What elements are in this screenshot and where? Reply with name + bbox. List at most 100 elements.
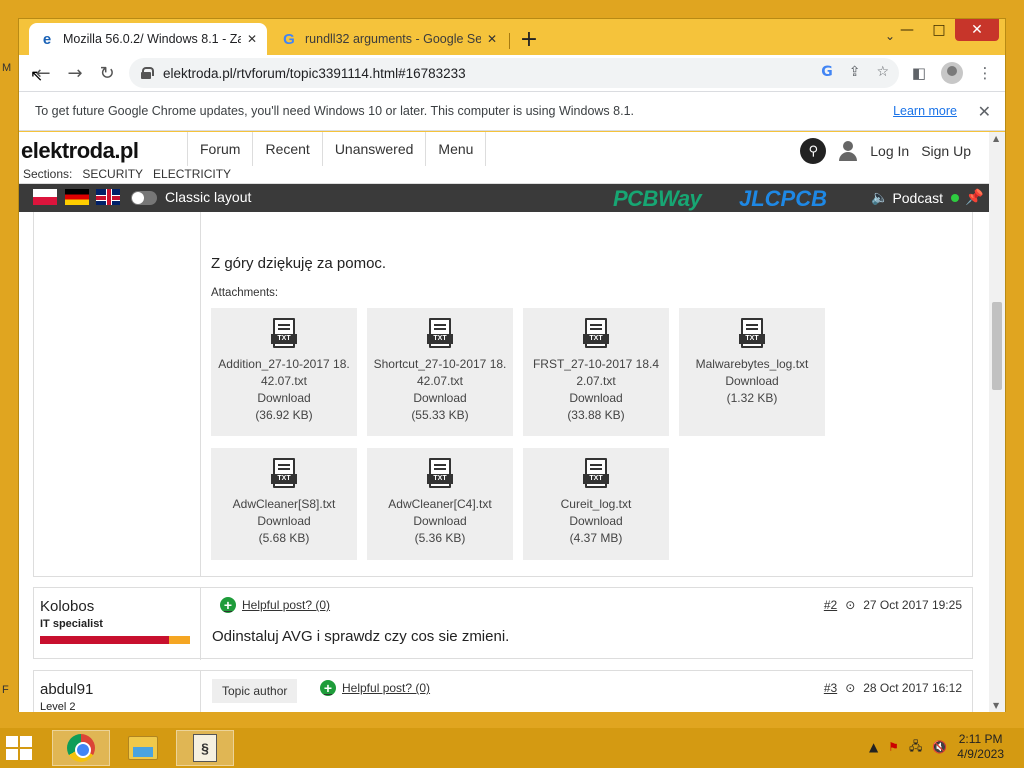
new-tab-button[interactable]: + [515, 25, 543, 53]
uk-flag-icon[interactable] [96, 189, 120, 205]
attachment-name[interactable]: FRST_27-10-2017 18.42.07.txt [523, 356, 669, 390]
polish-flag-icon[interactable] [33, 189, 57, 205]
action-center-flag-icon[interactable]: ⚑ [888, 740, 899, 754]
podcast-label: Podcast [892, 189, 944, 206]
attachment-card[interactable]: TXT Shortcut_27-10-2017 18.42.07.txt Dow… [367, 308, 513, 436]
start-button-windows-icon[interactable] [6, 736, 32, 760]
attachment-size: (1.32 KB) [726, 391, 778, 405]
user-icon[interactable] [838, 141, 858, 161]
post-text: Z góry dziękuję za pomoc. [211, 255, 387, 272]
share-icon[interactable]: ⇪ [849, 64, 861, 80]
section-security-link[interactable]: SECURITY [82, 167, 143, 181]
nav-unanswered[interactable]: Unanswered [321, 132, 426, 166]
attachment-download[interactable]: Download [211, 390, 357, 407]
attachment-card[interactable]: TXT AdwCleaner[S8].txt Download (5.68 KB… [211, 448, 357, 560]
post-number-link[interactable]: #3 [824, 681, 837, 695]
user-rank: Level 2 [40, 701, 76, 712]
learn-more-link[interactable]: Learn more [893, 104, 957, 118]
attachment-name[interactable]: Cureit_log.txt [523, 496, 669, 513]
username[interactable]: Kolobos [40, 598, 94, 615]
attachment-download[interactable]: Download [523, 513, 669, 530]
attachment-card[interactable]: TXT FRST_27-10-2017 18.42.07.txt Downloa… [523, 308, 669, 436]
signup-link[interactable]: Sign Up [921, 143, 971, 159]
site-logo[interactable]: elektroda.pl [21, 138, 139, 164]
taskbar-script-app[interactable]: § [176, 730, 234, 766]
script-icon: § [193, 734, 217, 762]
attachment-download[interactable]: Download [211, 513, 357, 530]
pin-icon[interactable]: 📌 [965, 188, 984, 206]
tab-google-search[interactable]: G rundll32 arguments - Google Se ✕ [271, 23, 507, 55]
attachment-name[interactable]: Malwarebytes_log.txt [679, 356, 825, 373]
clock-icon: ⊙ [845, 598, 856, 612]
scrollbar-thumb[interactable] [992, 302, 1002, 390]
helpful-post-button[interactable]: + Helpful post? (0) [320, 680, 430, 696]
menu-kebab-icon[interactable]: ⋮ [973, 59, 997, 87]
page-scrollbar[interactable]: ▲ ▼ [989, 132, 1005, 712]
reply-post-3: abdul91 Level 2 Topic author + Helpful p… [33, 670, 973, 712]
lock-icon[interactable] [141, 67, 154, 79]
classic-layout-label[interactable]: Classic layout [165, 189, 251, 205]
podcast-link[interactable]: 🔈 Podcast [871, 189, 960, 206]
attachment-name[interactable]: Addition_27-10-2017 18.42.07.txt [211, 356, 357, 390]
forward-button[interactable]: → [59, 57, 91, 89]
helpful-label: Helpful post? (0) [342, 681, 431, 695]
plus-icon: + [320, 680, 336, 696]
attachment-card[interactable]: TXT AdwCleaner[C4].txt Download (5.36 KB… [367, 448, 513, 560]
helpful-post-button[interactable]: + Helpful post? (0) [220, 597, 330, 613]
attachment-download[interactable]: Download [367, 390, 513, 407]
minimize-button[interactable]: — [891, 19, 923, 41]
attachment-name[interactable]: AdwCleaner[C4].txt [367, 496, 513, 513]
pcbway-logo[interactable]: PCBWay [613, 186, 702, 212]
taskbar-clock[interactable]: 2:11 PM 4/9/2023 [957, 732, 1004, 762]
nav-forum[interactable]: Forum [187, 132, 252, 166]
side-panel-icon[interactable]: ◧ [907, 59, 931, 87]
login-link[interactable]: Log In [870, 143, 909, 159]
attachment-card[interactable]: TXT Malwarebytes_log.txt Download (1.32 … [679, 308, 825, 436]
txt-file-icon: TXT [427, 318, 453, 348]
omnibox-actions: G ⇪ ☆ [821, 64, 889, 80]
nav-recent[interactable]: Recent [252, 132, 321, 166]
maximize-button[interactable]: □ [923, 19, 955, 41]
search-icon[interactable]: ⚲ [800, 138, 827, 164]
taskbar-file-explorer[interactable] [114, 730, 172, 766]
attachment-download[interactable]: Download [523, 390, 669, 407]
tab-mozilla[interactable]: e Mozilla 56.0.2/ Windows 8.1 - Za ✕ [29, 23, 267, 55]
section-electricity-link[interactable]: ELECTRICITY [153, 167, 231, 181]
update-infobar: To get future Google Chrome updates, you… [19, 91, 1005, 131]
address-bar[interactable]: elektroda.pl/rtvforum/topic3391114.html#… [129, 58, 899, 88]
volume-muted-icon[interactable]: 🔇 [932, 740, 947, 754]
attachment-size: (55.33 KB) [411, 408, 469, 422]
scroll-down-arrow-icon[interactable]: ▼ [993, 701, 999, 710]
attachment-download[interactable]: Download [679, 373, 825, 390]
attachment-name[interactable]: AdwCleaner[S8].txt [211, 496, 357, 513]
bookmark-star-icon[interactable]: ☆ [876, 64, 889, 80]
txt-file-icon: TXT [427, 458, 453, 488]
tab-close-icon[interactable]: ✕ [487, 32, 497, 46]
clock-date: 4/9/2023 [957, 747, 1004, 761]
jlcpcb-logo[interactable]: JLCPCB [739, 186, 827, 212]
tray-expand-icon[interactable]: ▲ [869, 740, 878, 754]
post-date: 28 Oct 2017 16:12 [863, 681, 962, 695]
attachment-card[interactable]: TXT Addition_27-10-2017 18.42.07.txt Dow… [211, 308, 357, 436]
attachment-download[interactable]: Download [367, 513, 513, 530]
nav-menu[interactable]: Menu [425, 132, 487, 166]
attachment-name[interactable]: Shortcut_27-10-2017 18.42.07.txt [367, 356, 513, 390]
taskbar-chrome[interactable] [52, 730, 110, 766]
infobar-close-icon[interactable]: ✕ [978, 102, 991, 121]
tab-strip: e Mozilla 56.0.2/ Windows 8.1 - Za ✕ G r… [19, 19, 1005, 55]
classic-layout-toggle[interactable] [131, 191, 157, 205]
tab-title: Mozilla 56.0.2/ Windows 8.1 - Za [63, 32, 241, 46]
scroll-up-arrow-icon[interactable]: ▲ [993, 134, 999, 143]
url-text[interactable]: elektroda.pl/rtvforum/topic3391114.html#… [163, 66, 466, 81]
network-icon[interactable]: 🖧 [909, 737, 922, 758]
username[interactable]: abdul91 [40, 681, 93, 698]
google-lens-icon[interactable]: G [821, 64, 833, 80]
attachment-card[interactable]: TXT Cureit_log.txt Download (4.37 MB) [523, 448, 669, 560]
tab-close-icon[interactable]: ✕ [247, 32, 257, 46]
german-flag-icon[interactable] [65, 189, 89, 205]
close-window-button[interactable]: ✕ [955, 19, 999, 41]
profile-avatar[interactable] [941, 62, 963, 84]
header-actions: ⚲ Log In Sign Up [800, 138, 971, 164]
post-number-link[interactable]: #2 [824, 598, 837, 612]
reload-button[interactable]: ↻ [91, 57, 123, 89]
